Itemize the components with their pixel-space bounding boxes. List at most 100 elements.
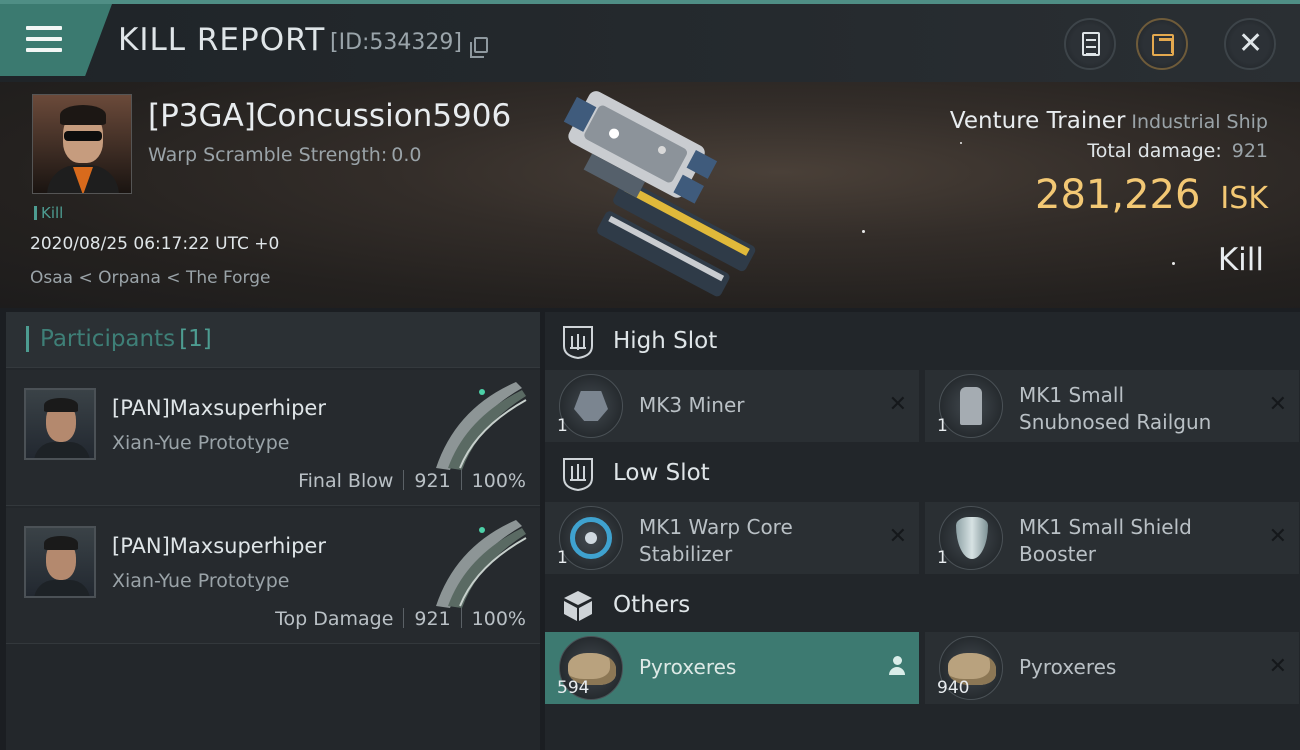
- module-quantity: 1: [557, 548, 568, 568]
- ship-class: Industrial Ship: [1131, 111, 1268, 133]
- warp-core-module-icon: [559, 506, 623, 570]
- participant-name: [PAN]Maxsuperhiper: [112, 396, 326, 420]
- victim-ship-image[interactable]: [520, 90, 790, 300]
- module-mk1-small-shield-booster[interactable]: 1 MK1 Small Shield Booster ✕: [925, 502, 1299, 574]
- module-quantity: 594: [557, 678, 590, 698]
- low-slot-header: Low Slot: [545, 446, 1300, 502]
- share-icon: [1152, 34, 1174, 56]
- module-name: Pyroxeres: [639, 655, 737, 679]
- isk-unit: ISK: [1220, 181, 1268, 216]
- module-mk1-warp-core-stabilizer[interactable]: 1 MK1 Warp Core Stabilizer ✕: [545, 502, 919, 574]
- victim-pilot-name[interactable]: [P3GA]Concussion5906: [148, 98, 511, 134]
- victim-ship-name[interactable]: Venture Trainer Industrial Ship: [950, 108, 1268, 134]
- module-quantity: 940: [937, 678, 970, 698]
- module-mk3-miner[interactable]: 1 MK3 Miner ✕: [545, 370, 919, 442]
- participant-stats: Top Damage 921 100%: [275, 608, 526, 630]
- participant-stats: Final Blow 921 100%: [298, 470, 526, 492]
- module-name-line1: MK1 Small Shield: [1019, 515, 1192, 539]
- total-damage: Total damage: 921: [1087, 140, 1268, 162]
- participants-header-bar: [26, 326, 29, 352]
- high-slot-header: High Slot: [545, 314, 1300, 370]
- top-accent-line: [0, 0, 1300, 4]
- person-icon: [889, 656, 905, 676]
- victim-header: [P3GA]Concussion5906 Warp Scramble Stren…: [0, 82, 1300, 308]
- share-button[interactable]: [1136, 18, 1188, 70]
- warp-scramble-label: Warp Scramble Strength:: [148, 144, 388, 166]
- stat-separator: [403, 470, 405, 490]
- high-slot-icon: [563, 326, 593, 360]
- module-name-line1: MK1 Warp Core: [639, 515, 793, 539]
- victim-avatar[interactable]: [32, 94, 132, 194]
- others-header: Others: [545, 578, 1300, 634]
- module-name-line2: Booster: [1019, 542, 1096, 566]
- ship-name: Venture Trainer: [949, 108, 1126, 134]
- participant-ship-image: [436, 520, 527, 608]
- module-name: MK1 Small Snubnosed Railgun: [1019, 382, 1259, 436]
- kill-location[interactable]: Osaa < Orpana < The Forge: [30, 268, 270, 288]
- participant-role: Final Blow: [298, 470, 394, 492]
- railgun-module-icon: [939, 374, 1003, 438]
- participants-count: [1]: [179, 326, 212, 352]
- module-name: MK3 Miner: [639, 393, 745, 417]
- participant-damage: 921: [414, 608, 451, 630]
- isk-value: 281,226: [1035, 172, 1201, 218]
- total-damage-value: 921: [1231, 140, 1268, 162]
- page-title: KILL REPORT: [118, 22, 326, 58]
- star: [1172, 262, 1175, 265]
- stat-separator: [460, 608, 462, 628]
- module-name-line2: Snubnosed Railgun: [1019, 410, 1212, 434]
- module-quantity: 1: [557, 416, 568, 436]
- stat-separator: [403, 608, 405, 628]
- module-name-line1: MK1 Small: [1019, 383, 1124, 407]
- destroyed-x-icon: ✕: [1268, 524, 1287, 549]
- module-mk1-railgun[interactable]: 1 MK1 Small Snubnosed Railgun ✕: [925, 370, 1299, 442]
- clipboard-icon: [1082, 32, 1100, 56]
- kill-result-label: Kill: [1217, 242, 1264, 278]
- copy-icon[interactable]: [470, 37, 488, 58]
- kill-tag: Kill: [34, 204, 63, 222]
- close-icon: ✕: [1238, 26, 1264, 61]
- module-name: MK1 Warp Core Stabilizer: [639, 514, 879, 568]
- clipboard-button[interactable]: [1064, 18, 1116, 70]
- star: [862, 230, 865, 233]
- participants-label: Participants: [40, 326, 176, 352]
- cargo-box-icon: [564, 591, 592, 621]
- destroyed-x-icon: ✕: [1268, 654, 1287, 679]
- participants-panel: Participants [1] [PAN]Maxsuperhiper Xian-…: [6, 312, 540, 750]
- menu-button[interactable]: [0, 4, 112, 76]
- close-button[interactable]: ✕: [1224, 18, 1276, 70]
- participant-name: [PAN]Maxsuperhiper: [112, 534, 326, 558]
- high-slot-label: High Slot: [613, 328, 718, 354]
- warp-scramble-line: Warp Scramble Strength: 0.0: [148, 144, 421, 166]
- star: [960, 142, 962, 144]
- isk-loss: 281,226 ISK: [1035, 172, 1268, 218]
- total-damage-label: Total damage:: [1087, 140, 1222, 162]
- participant-role: Top Damage: [275, 608, 394, 630]
- participant-row[interactable]: [PAN]Maxsuperhiper Xian-Yue Prototype Fi…: [6, 370, 540, 506]
- participants-header: Participants [1]: [6, 312, 540, 368]
- destroyed-x-icon: ✕: [888, 524, 907, 549]
- participant-ship: Xian-Yue Prototype: [112, 570, 290, 592]
- participant-avatar[interactable]: [24, 388, 96, 460]
- fitting-panel: High Slot 1 MK3 Miner ✕ 1 MK1 Small Snub…: [545, 312, 1300, 750]
- participants-title: Participants [1]: [40, 326, 212, 352]
- hamburger-icon: [26, 26, 62, 56]
- participant-percent: 100%: [471, 470, 526, 492]
- participant-avatar[interactable]: [24, 526, 96, 598]
- participant-ship-image: [436, 382, 527, 470]
- others-label: Others: [613, 592, 691, 618]
- destroyed-x-icon: ✕: [1268, 392, 1287, 417]
- low-slot-label: Low Slot: [613, 460, 710, 486]
- participant-percent: 100%: [471, 608, 526, 630]
- module-name: Pyroxeres: [1019, 655, 1117, 679]
- miner-module-icon: [559, 374, 623, 438]
- participant-row[interactable]: [PAN]Maxsuperhiper Xian-Yue Prototype To…: [6, 508, 540, 644]
- cargo-item-pyroxeres-destroyed[interactable]: 940 Pyroxeres ✕: [925, 632, 1299, 704]
- cargo-item-pyroxeres-dropped[interactable]: 594 Pyroxeres: [545, 632, 919, 704]
- participant-damage: 921: [414, 470, 451, 492]
- module-quantity: 1: [937, 416, 948, 436]
- module-name-line2: Stabilizer: [639, 542, 733, 566]
- kill-timestamp: 2020/08/25 06:17:22 UTC +0: [30, 234, 280, 254]
- module-name: MK1 Small Shield Booster: [1019, 514, 1259, 568]
- top-bar: KILL REPORT [ID:534329] ✕: [0, 0, 1300, 82]
